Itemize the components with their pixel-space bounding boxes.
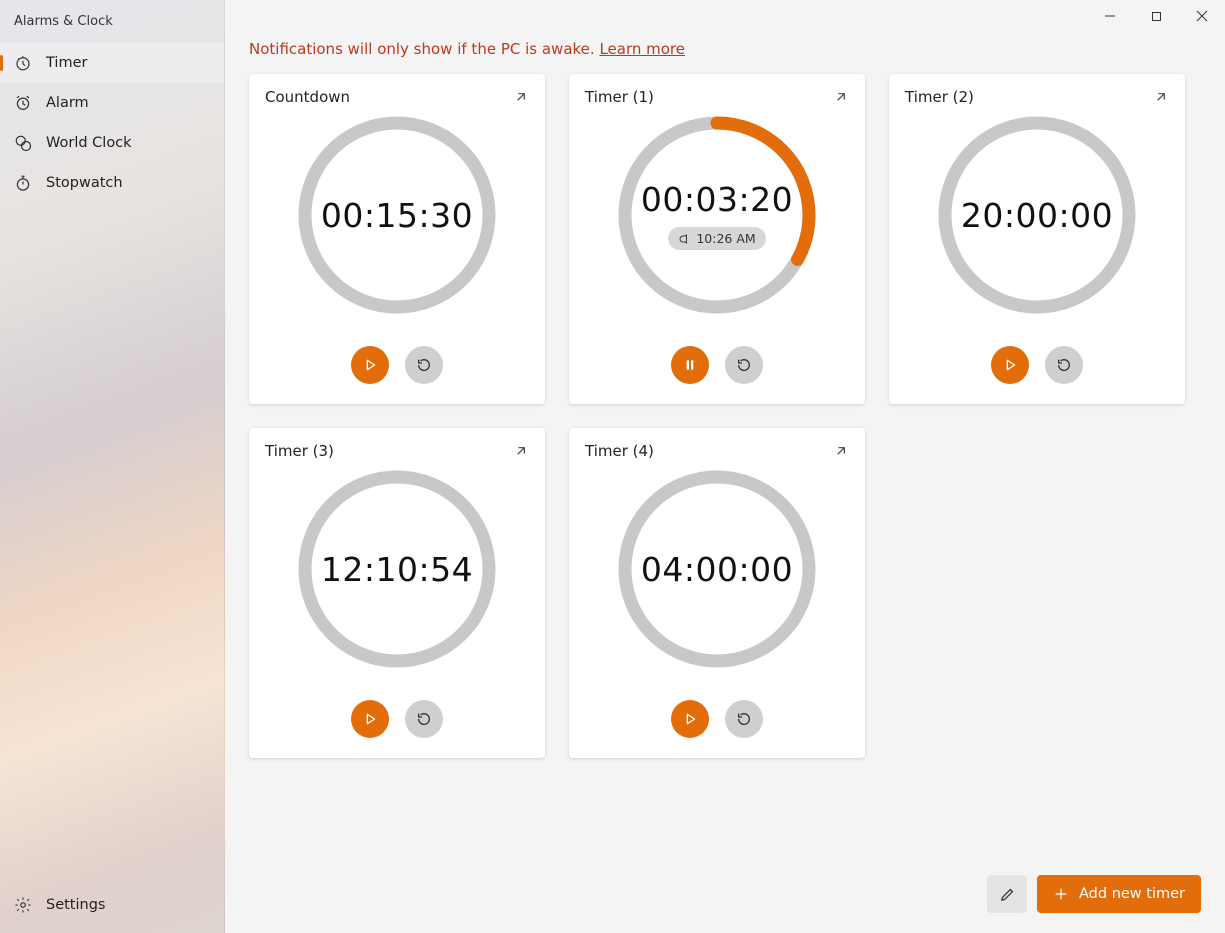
timer-card-header: Timer (2) xyxy=(889,74,1185,110)
timer-dial: 20:00:00 xyxy=(889,110,1185,346)
notification-text: Notifications will only show if the PC i… xyxy=(249,40,599,58)
timer-card[interactable]: Countdown 00:15:30 xyxy=(249,74,545,404)
alarm-icon xyxy=(14,94,32,112)
timer-title: Timer (4) xyxy=(585,442,654,460)
timer-time: 20:00:00 xyxy=(961,196,1113,235)
reset-button[interactable] xyxy=(725,700,763,738)
expand-icon[interactable] xyxy=(833,89,849,105)
timer-time: 00:03:20 xyxy=(641,180,793,219)
nav-list: Timer Alarm World Clock Stopwatch xyxy=(0,43,224,203)
timer-dial: 12:10:54 xyxy=(249,464,545,700)
timer-controls xyxy=(249,346,545,404)
sidebar: Alarms & Clock Timer Alarm World Clock xyxy=(0,0,225,933)
main-pane: Notifications will only show if the PC i… xyxy=(225,0,1225,933)
expand-icon[interactable] xyxy=(513,89,529,105)
timer-dial: 00:15:30 xyxy=(249,110,545,346)
expand-icon[interactable] xyxy=(513,443,529,459)
nav-item-timer[interactable]: Timer xyxy=(0,43,224,83)
nav-item-label: Settings xyxy=(46,897,105,913)
stopwatch-icon xyxy=(14,174,32,192)
timer-card-header: Timer (3) xyxy=(249,428,545,464)
world-clock-icon xyxy=(14,134,32,152)
timer-card[interactable]: Timer (2) 20:00:00 xyxy=(889,74,1185,404)
timer-controls xyxy=(569,346,865,404)
timer-time: 00:15:30 xyxy=(321,196,473,235)
timer-grid: Countdown 00:15:30 Timer (1) 00:03:20 10:26 … xyxy=(249,74,1201,758)
minimize-button[interactable] xyxy=(1087,0,1133,32)
edit-timers-button[interactable] xyxy=(987,875,1027,913)
window-controls xyxy=(1087,0,1225,32)
play-button[interactable] xyxy=(671,700,709,738)
nav-item-label: Alarm xyxy=(46,95,89,111)
play-button[interactable] xyxy=(351,700,389,738)
timer-card-header: Timer (1) xyxy=(569,74,865,110)
timer-controls xyxy=(569,700,865,758)
timer-time: 12:10:54 xyxy=(321,550,473,589)
play-button[interactable] xyxy=(991,346,1029,384)
reset-button[interactable] xyxy=(405,346,443,384)
add-new-timer-label: Add new timer xyxy=(1079,886,1185,902)
nav-item-label: Timer xyxy=(46,55,87,71)
reset-button[interactable] xyxy=(1045,346,1083,384)
timer-card[interactable]: Timer (3) 12:10:54 xyxy=(249,428,545,758)
timer-title: Timer (1) xyxy=(585,88,654,106)
timer-time: 04:00:00 xyxy=(641,550,793,589)
notification-learn-more-link[interactable]: Learn more xyxy=(599,40,685,58)
timer-dial: 00:03:20 10:26 AM xyxy=(569,110,865,346)
timer-end-time-pill: 10:26 AM xyxy=(668,227,765,250)
nav-item-stopwatch[interactable]: Stopwatch xyxy=(0,163,224,203)
add-new-timer-button[interactable]: Add new timer xyxy=(1037,875,1201,913)
nav-item-label: Stopwatch xyxy=(46,175,123,191)
expand-icon[interactable] xyxy=(833,443,849,459)
app-title: Alarms & Clock xyxy=(0,0,224,43)
maximize-button[interactable] xyxy=(1133,0,1179,32)
expand-icon[interactable] xyxy=(1153,89,1169,105)
timer-controls xyxy=(889,346,1185,404)
bottom-action-bar: Add new timer xyxy=(987,875,1201,913)
timer-controls xyxy=(249,700,545,758)
nav-item-world-clock[interactable]: World Clock xyxy=(0,123,224,163)
timer-title: Timer (3) xyxy=(265,442,334,460)
play-button[interactable] xyxy=(351,346,389,384)
reset-button[interactable] xyxy=(725,346,763,384)
timer-end-time: 10:26 AM xyxy=(696,231,755,246)
pause-button[interactable] xyxy=(671,346,709,384)
timer-card[interactable]: Timer (4) 04:00:00 xyxy=(569,428,865,758)
timer-card-header: Timer (4) xyxy=(569,428,865,464)
notification-banner: Notifications will only show if the PC i… xyxy=(225,0,1225,62)
nav-item-alarm[interactable]: Alarm xyxy=(0,83,224,123)
close-button[interactable] xyxy=(1179,0,1225,32)
timer-title: Countdown xyxy=(265,88,350,106)
reset-button[interactable] xyxy=(405,700,443,738)
timer-title: Timer (2) xyxy=(905,88,974,106)
timer-dial: 04:00:00 xyxy=(569,464,865,700)
nav-item-label: World Clock xyxy=(46,135,132,151)
timer-card-header: Countdown xyxy=(249,74,545,110)
gear-icon xyxy=(14,896,32,914)
timer-icon xyxy=(14,54,32,72)
nav-item-settings[interactable]: Settings xyxy=(0,885,224,925)
timer-card[interactable]: Timer (1) 00:03:20 10:26 AM xyxy=(569,74,865,404)
